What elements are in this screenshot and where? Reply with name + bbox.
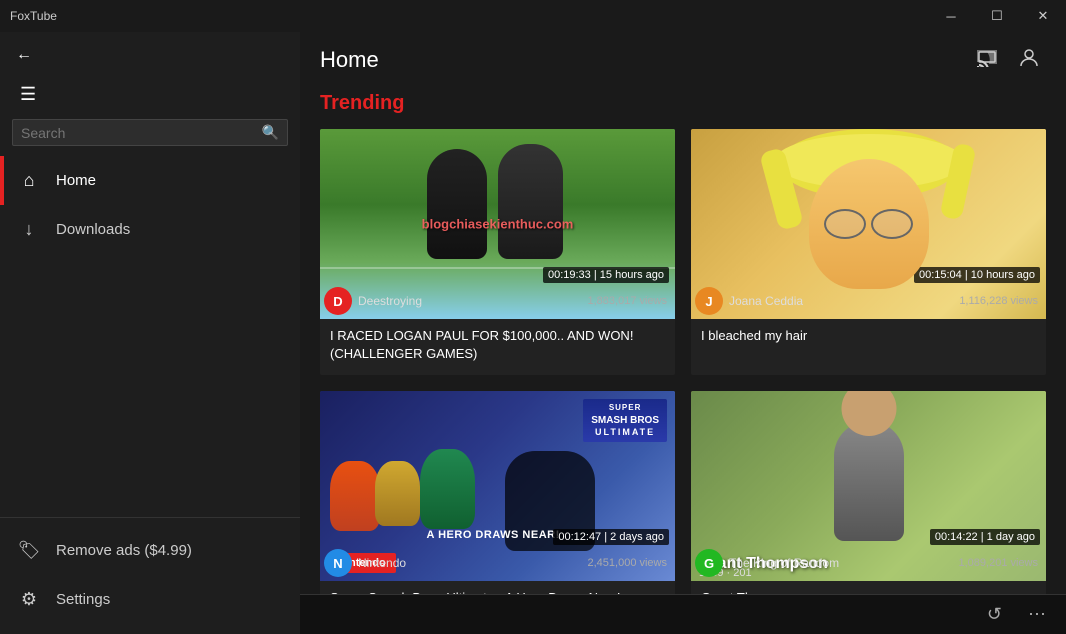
avatar-placeholder-3: N <box>324 549 352 577</box>
video-meta-3: Super Smash Bros. Ultimate - A Hero Draw… <box>320 581 675 594</box>
sidebar-item-label-home: Home <box>56 172 96 189</box>
nintendo-overlay: SUPER SMASH BROS ULTIMATE <box>583 399 667 442</box>
video-meta-4: Grant Thompson <box>691 581 1046 594</box>
video-card-4[interactable]: Grant Thompson 1089 · 201 00:14:22 | 1 d… <box>691 391 1046 594</box>
sidebar-bottom: 🏷 Remove ads ($4.99) ⚙ Settings <box>0 517 300 624</box>
download-icon: ↓ <box>18 219 40 240</box>
channel-avatar-1: D <box>324 287 352 315</box>
sidebar-item-label-downloads: Downloads <box>56 221 130 238</box>
home-icon: ⌂ <box>18 170 40 191</box>
channel-avatar-3: N <box>324 549 352 577</box>
back-button[interactable]: ← <box>12 42 36 68</box>
view-count-3: 2,451,000 views <box>588 557 668 569</box>
video-thumbnail-4: Grant Thompson 1089 · 201 00:14:22 | 1 d… <box>691 391 1046 581</box>
titlebar: FoxTube ─ ☐ ✕ <box>0 0 1066 32</box>
video-title-1: I RACED LOGAN PAUL FOR $100,000.. AND WO… <box>330 327 665 363</box>
cast-button[interactable] <box>970 41 1004 80</box>
channel-name-2: Joana Ceddia <box>729 294 803 308</box>
avatar-placeholder-1: D <box>324 287 352 315</box>
minimize-button[interactable]: ─ <box>928 0 974 32</box>
app-title: FoxTube <box>10 9 57 23</box>
video-card-3[interactable]: SUPER SMASH BROS ULTIMATE Nintendo A HER… <box>320 391 675 594</box>
video-card-2[interactable]: 00:15:04 | 10 hours ago J Joana Ceddia 1… <box>691 129 1046 375</box>
hero-text: A HERO DRAWS NEAR! <box>427 529 560 541</box>
bottombar: ↺ ⋯ <box>300 594 1066 634</box>
search-input[interactable] <box>21 125 256 141</box>
video-thumbnail-2: 00:15:04 | 10 hours ago J Joana Ceddia 1… <box>691 129 1046 319</box>
content-area[interactable]: Trending blogchiasekienthuc.com <box>300 88 1066 594</box>
sidebar-top: ← <box>0 32 300 76</box>
time-badge-2: 00:15:04 | 10 hours ago <box>914 267 1040 283</box>
video-thumbnail-3: SUPER SMASH BROS ULTIMATE Nintendo A HER… <box>320 391 675 581</box>
app-body: ← ☰ 🔍 ⌂ Home ↓ Downloads 🏷 Remove ad <box>0 32 1066 634</box>
topbar-icons <box>970 41 1046 80</box>
search-box[interactable]: 🔍 <box>12 119 288 146</box>
settings-icon: ⚙ <box>18 589 40 610</box>
time-badge-3: 00:12:47 | 2 days ago <box>553 529 669 545</box>
view-count-2: 1,116,228 views <box>959 295 1038 307</box>
channel-avatar-2: J <box>695 287 723 315</box>
topbar: Home <box>300 32 1066 88</box>
restore-button[interactable]: ☐ <box>974 0 1020 32</box>
channel-name-3: Nintendo <box>358 556 406 570</box>
channel-row-2: J Joana Ceddia 1,116,228 views <box>695 287 1042 315</box>
search-icon: 🔍 <box>262 124 279 141</box>
channel-row-4: G The King of Random 1,089,201 views <box>695 549 1042 577</box>
search-row: 🔍 <box>0 113 300 156</box>
nav-items: ⌂ Home ↓ Downloads <box>0 156 300 517</box>
account-icon <box>1018 47 1040 69</box>
view-count-4: 1,089,201 views <box>959 557 1039 569</box>
channel-row-3: N Nintendo 2,451,000 views <box>324 549 671 577</box>
video-meta-1: I RACED LOGAN PAUL FOR $100,000.. AND WO… <box>320 319 675 375</box>
avatar-placeholder-4: G <box>695 549 723 577</box>
account-button[interactable] <box>1012 41 1046 80</box>
sidebar-item-label-settings: Settings <box>56 591 110 608</box>
watermark-1: blogchiasekienthuc.com <box>422 217 574 232</box>
sidebar-item-downloads[interactable]: ↓ Downloads <box>0 205 300 254</box>
video-thumbnail-1: blogchiasekienthuc.com 00:19:33 | 15 hou… <box>320 129 675 319</box>
video-title-2: I bleached my hair <box>701 327 1036 345</box>
sidebar-item-settings[interactable]: ⚙ Settings <box>0 575 300 624</box>
avatar-placeholder-2: J <box>695 287 723 315</box>
sidebar-item-label-remove-ads: Remove ads ($4.99) <box>56 542 192 559</box>
channel-avatar-4: G <box>695 549 723 577</box>
video-card-1[interactable]: blogchiasekienthuc.com 00:19:33 | 15 hou… <box>320 129 675 375</box>
channel-row-1: D Deestroying 1,883,017 views <box>324 287 671 315</box>
sidebar-item-home[interactable]: ⌂ Home <box>0 156 300 205</box>
sidebar-item-remove-ads[interactable]: 🏷 Remove ads ($4.99) <box>0 526 300 575</box>
view-count-1: 1,883,017 views <box>588 295 668 307</box>
channel-name-4: The King of Random <box>729 556 839 570</box>
channel-name-1: Deestroying <box>358 294 422 308</box>
refresh-button[interactable]: ↺ <box>979 600 1010 629</box>
hamburger-button[interactable]: ☰ <box>12 80 44 109</box>
main-content: Home <box>300 32 1066 634</box>
sidebar: ← ☰ 🔍 ⌂ Home ↓ Downloads 🏷 Remove ad <box>0 32 300 634</box>
cast-icon <box>976 49 998 67</box>
more-button[interactable]: ⋯ <box>1020 600 1054 629</box>
time-badge-4: 00:14:22 | 1 day ago <box>930 529 1040 545</box>
video-grid: blogchiasekienthuc.com 00:19:33 | 15 hou… <box>320 129 1046 594</box>
page-title: Home <box>320 47 379 73</box>
section-title: Trending <box>320 88 1046 115</box>
close-button[interactable]: ✕ <box>1020 0 1066 32</box>
time-badge-1: 00:19:33 | 15 hours ago <box>543 267 669 283</box>
video-meta-2: I bleached my hair <box>691 319 1046 357</box>
tag-icon: 🏷 <box>18 540 40 561</box>
window-controls: ─ ☐ ✕ <box>928 0 1066 32</box>
